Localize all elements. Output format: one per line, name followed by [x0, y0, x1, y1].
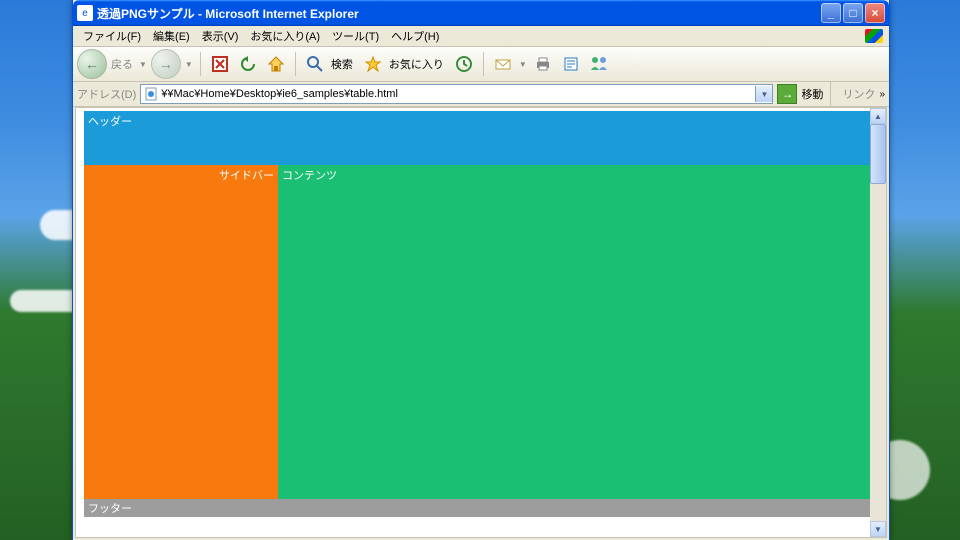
print-button[interactable] — [532, 53, 554, 75]
go-button[interactable]: → — [777, 84, 797, 104]
mail-button[interactable] — [492, 53, 514, 75]
menu-view[interactable]: 表示(V) — [196, 26, 245, 46]
scroll-thumb[interactable] — [870, 124, 886, 184]
refresh-button[interactable] — [237, 53, 259, 75]
ie-page-icon: e — [77, 5, 93, 21]
address-input[interactable] — [161, 88, 755, 100]
menu-tools[interactable]: ツール(T) — [326, 26, 385, 46]
window-title: 透過PNGサンプル - Microsoft Internet Explorer — [97, 5, 359, 22]
layout-footer: フッター — [84, 499, 870, 517]
layout-content: コンテンツ — [278, 165, 870, 499]
favorites-button[interactable] — [362, 53, 384, 75]
back-dropdown-icon[interactable]: ▼ — [139, 60, 147, 69]
browser-window: e 透過PNGサンプル - Microsoft Internet Explore… — [72, 0, 890, 540]
address-label: アドレス(D) — [77, 86, 136, 102]
ie-throbber-icon — [861, 26, 887, 46]
maximize-button[interactable]: □ — [843, 3, 863, 23]
address-field[interactable]: ▼ — [140, 84, 773, 104]
page-content: ヘッダー サイドバー コンテンツ フッター — [76, 108, 870, 537]
stop-button[interactable] — [209, 53, 231, 75]
addressbar: アドレス(D) ▼ → 移動 リンク » — [73, 82, 889, 107]
scroll-down-icon[interactable]: ▼ — [870, 521, 886, 537]
menu-edit[interactable]: 編集(E) — [147, 26, 196, 46]
titlebar[interactable]: e 透過PNGサンプル - Microsoft Internet Explore… — [73, 0, 889, 26]
forward-dropdown-icon: ▼ — [185, 60, 193, 69]
go-label: 移動 — [801, 86, 823, 102]
close-button[interactable]: × — [865, 3, 885, 23]
minimize-button[interactable]: _ — [821, 3, 841, 23]
home-button[interactable] — [265, 53, 287, 75]
page-icon — [143, 86, 159, 102]
layout-header: ヘッダー — [84, 111, 870, 165]
vertical-scrollbar[interactable]: ▲ ▼ — [870, 108, 886, 537]
layout-sidebar: サイドバー — [84, 165, 278, 499]
messenger-button[interactable] — [588, 53, 610, 75]
links-label[interactable]: リンク — [842, 86, 875, 102]
history-button[interactable] — [453, 53, 475, 75]
search-button[interactable] — [304, 53, 326, 75]
scroll-up-icon[interactable]: ▲ — [870, 108, 886, 124]
menubar: ファイル(F) 編集(E) 表示(V) お気に入り(A) ツール(T) ヘルプ(… — [73, 26, 889, 47]
back-label: 戻る — [111, 56, 133, 72]
links-chevron-icon[interactable]: » — [879, 89, 885, 100]
menu-help[interactable]: ヘルプ(H) — [385, 26, 445, 46]
toolbar: ← 戻る ▼ → ▼ 検索 お気に入り — [73, 47, 889, 82]
mail-dropdown-icon[interactable]: ▼ — [519, 60, 527, 69]
favorites-label: お気に入り — [389, 56, 444, 72]
address-dropdown-icon[interactable]: ▼ — [755, 86, 772, 102]
back-button[interactable]: ← — [77, 49, 107, 79]
forward-button: → — [151, 49, 181, 79]
edit-button[interactable] — [560, 53, 582, 75]
menu-favorites[interactable]: お気に入り(A) — [244, 26, 326, 46]
search-label: 検索 — [331, 56, 353, 72]
viewport: ヘッダー サイドバー コンテンツ フッター ▲ ▼ — [75, 107, 887, 538]
menu-file[interactable]: ファイル(F) — [77, 26, 147, 46]
